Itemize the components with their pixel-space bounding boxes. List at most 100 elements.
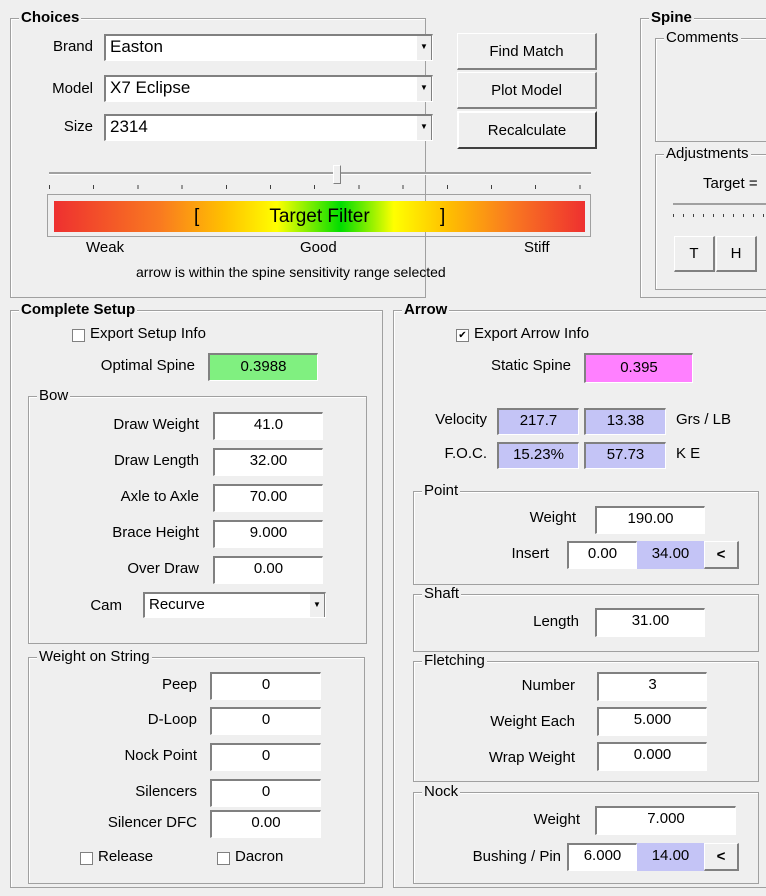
dacron-checkbox[interactable] (217, 852, 230, 865)
export-arrow-label: Export Arrow Info (474, 325, 590, 342)
point-title: Point (422, 482, 461, 499)
plot-model-button[interactable]: Plot Model (457, 72, 597, 109)
field-input[interactable]: 0 (210, 672, 321, 700)
chevron-down-icon[interactable]: ▼ (416, 36, 432, 60)
insert-label: Insert (511, 545, 549, 562)
chevron-down-icon[interactable]: ▼ (416, 116, 432, 140)
choices-title: Choices (19, 9, 82, 26)
model-value: X7 Eclipse (110, 78, 191, 97)
status-message: arrow is within the spine sensitivity ra… (136, 264, 446, 280)
field-label: Axle to Axle (120, 488, 199, 505)
adjustments-title: Adjustments (664, 145, 751, 162)
target-filter-label: Target Filter (269, 206, 370, 227)
static-spine-label: Static Spine (490, 357, 571, 374)
release-label: Release (98, 848, 154, 865)
weak-label: Weak (86, 239, 125, 256)
shaft-group: Shaft (413, 585, 759, 652)
fletch-each-label: Weight Each (490, 713, 575, 730)
field-label: Silencers (135, 783, 197, 800)
shaft-length-label: Length (533, 613, 579, 630)
model-select[interactable]: X7 Eclipse ▼ (104, 75, 433, 102)
optimal-spine-value: 0.3988 (208, 353, 318, 381)
field-label: Brace Height (112, 524, 199, 541)
ke-value: 57.73 (584, 442, 666, 469)
insert-apply-button[interactable]: < (704, 541, 739, 569)
fletch-number-input[interactable]: 3 (597, 672, 707, 701)
export-setup-checkbox[interactable] (72, 329, 85, 342)
comments-group: Comments (655, 29, 766, 142)
slider-ticks (49, 185, 591, 189)
field-label: Over Draw (127, 560, 199, 577)
point-weight-label: Weight (529, 509, 576, 526)
point-group: Point (413, 482, 759, 585)
find-match-button[interactable]: Find Match (457, 33, 597, 70)
weight-on-string-title: Weight on String (37, 648, 152, 665)
t-button[interactable]: T (674, 236, 715, 272)
h-button[interactable]: H (716, 236, 757, 272)
ke-label: K E (676, 445, 701, 462)
chevron-down-icon[interactable]: ▼ (309, 594, 325, 617)
field-label: Draw Weight (113, 416, 199, 433)
cam-label: Cam (90, 597, 122, 614)
bushing-total-value: 14.00 (637, 843, 704, 871)
field-label: Draw Length (113, 452, 199, 469)
brand-label: Brand (52, 38, 93, 55)
velocity-value: 217.7 (497, 408, 579, 435)
field-input[interactable]: 9.000 (213, 520, 323, 548)
adjust-slider[interactable] (673, 203, 766, 219)
bracket-right: ] (440, 206, 446, 227)
complete-setup-title: Complete Setup (19, 301, 138, 318)
field-input[interactable]: 0 (210, 707, 321, 735)
bushing-apply-button[interactable]: < (704, 843, 739, 871)
field-input[interactable]: 0.00 (213, 556, 323, 584)
field-label: Silencer DFC (107, 814, 197, 831)
brand-select[interactable]: Easton ▼ (104, 34, 433, 61)
recalculate-button[interactable]: Recalculate (457, 111, 597, 149)
size-select[interactable]: 2314 ▼ (104, 114, 433, 141)
foc-value: 15.23% (497, 442, 579, 469)
bushing-input[interactable]: 6.000 (567, 843, 637, 871)
fletching-group: Fletching (413, 652, 759, 782)
field-input[interactable]: 70.00 (213, 484, 323, 512)
brand-value: Easton (110, 37, 163, 56)
bracket-left: [ (194, 206, 200, 227)
wrap-weight-label: Wrap Weight (488, 749, 575, 766)
stiff-label: Stiff (524, 239, 550, 256)
sensitivity-slider[interactable] (49, 165, 591, 191)
insert-input[interactable]: 0.00 (567, 541, 637, 569)
nock-weight-input[interactable]: 7.000 (595, 806, 736, 835)
target-filter-bar: [ Target Filter ] (47, 194, 591, 237)
field-input[interactable]: 0 (210, 779, 321, 807)
shaft-length-input[interactable]: 31.00 (595, 608, 705, 637)
dacron-label: Dacron (235, 848, 284, 865)
bushing-label: Bushing / Pin (472, 848, 561, 865)
field-label: Nock Point (124, 747, 197, 764)
arrow-title: Arrow (402, 301, 450, 318)
velocity-label: Velocity (435, 411, 487, 428)
fletch-number-label: Number (521, 677, 575, 694)
release-checkbox[interactable] (80, 852, 93, 865)
field-input[interactable]: 41.0 (213, 412, 323, 440)
foc-label: F.O.C. (444, 445, 487, 462)
wrap-weight-input[interactable]: 0.000 (597, 742, 707, 771)
spine-title: Spine (649, 9, 694, 26)
static-spine-value: 0.395 (584, 353, 693, 383)
bow-title: Bow (37, 387, 71, 404)
nock-title: Nock (422, 783, 461, 800)
shaft-title: Shaft (422, 585, 462, 602)
fletching-title: Fletching (422, 652, 487, 669)
size-value: 2314 (110, 117, 148, 136)
point-weight-input[interactable]: 190.00 (595, 506, 705, 534)
chevron-down-icon[interactable]: ▼ (416, 77, 432, 101)
cam-select[interactable]: Recurve ▼ (143, 592, 326, 618)
fletch-each-input[interactable]: 5.000 (597, 707, 707, 736)
export-arrow-checkbox[interactable]: ✔ (456, 329, 469, 342)
field-input[interactable]: 32.00 (213, 448, 323, 476)
field-input[interactable]: 0 (210, 743, 321, 771)
field-label: D-Loop (147, 711, 197, 728)
export-setup-label: Export Setup Info (90, 325, 206, 342)
field-input[interactable]: 0.00 (210, 810, 321, 838)
slider-thumb[interactable] (333, 165, 341, 184)
optimal-spine-label: Optimal Spine (100, 357, 195, 374)
size-label: Size (63, 118, 93, 135)
